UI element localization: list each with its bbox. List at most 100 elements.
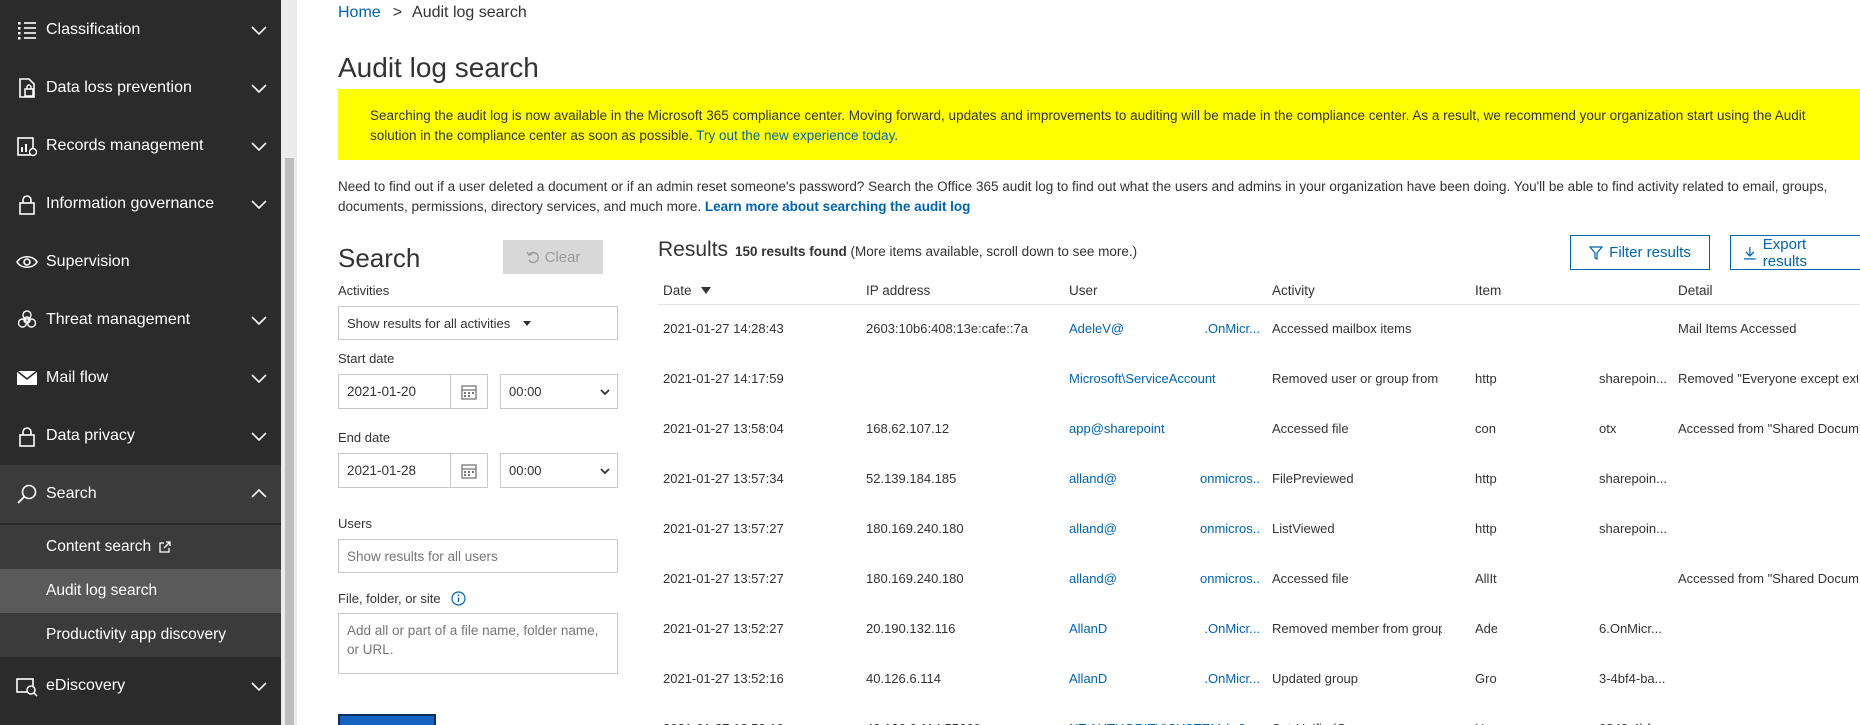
external-link-icon	[159, 541, 171, 553]
cell-ip: 52.139.184.185	[866, 471, 957, 486]
cell-item-a: con	[1475, 421, 1496, 436]
nav-label: Search	[46, 485, 97, 502]
start-date-value: 2021-01-20	[347, 384, 417, 399]
cell-user-a[interactable]: app@sharepoint	[1069, 421, 1257, 436]
sidebar-scrollbar-thumb[interactable]	[285, 158, 294, 725]
start-date-input[interactable]: 2021-01-20	[338, 374, 451, 409]
chevron-down-icon	[251, 142, 267, 152]
clear-button[interactable]: Clear	[503, 240, 603, 274]
nav-subitem-content-search[interactable]: Content search	[0, 525, 281, 569]
filter-icon	[1589, 245, 1604, 260]
cell-activity: Set-UnifiedGroup	[1272, 721, 1442, 725]
column-header-activity[interactable]: Activity	[1272, 283, 1315, 298]
end-date-input[interactable]: 2021-01-28	[338, 453, 451, 488]
cell-ip: 2603:10b6:408:13e:cafe::7a	[866, 321, 1028, 336]
nav-item-classification[interactable]: Classification	[0, 1, 281, 59]
intro-body: Need to find out if a user deleted a doc…	[338, 179, 1828, 214]
activities-dropdown[interactable]: Show results for all activities	[338, 306, 618, 340]
column-header-ip-address[interactable]: IP address	[866, 283, 930, 298]
nav-label: Information governance	[46, 195, 215, 212]
cell-user-a[interactable]: Microsoft\ServiceAccount	[1069, 371, 1257, 386]
chevron-down-icon	[251, 316, 267, 326]
cell-item-a: http	[1475, 471, 1497, 486]
cell-date: 2021-01-27 13:52:27	[663, 621, 784, 636]
breadcrumb-home-link[interactable]: Home	[338, 4, 381, 21]
cell-item-b: sharepoin...	[1599, 471, 1667, 486]
cell-item-b: sharepoin...	[1599, 521, 1667, 536]
cell-ip: 180.169.240.180	[866, 521, 964, 536]
nav-item-data-privacy[interactable]: Data privacy	[0, 407, 281, 465]
nav-label: Threat management	[46, 311, 191, 328]
caret-down-icon	[523, 321, 532, 326]
cell-item-b: otx	[1599, 421, 1617, 436]
search-panel-title: Search	[338, 243, 421, 273]
nav-item-records-management[interactable]: Records management	[0, 117, 281, 175]
cell-user-b[interactable]: .OnMicr...	[1200, 621, 1260, 636]
cell-date: 2021-01-27 14:28:43	[663, 321, 784, 336]
cell-user-b[interactable]: onmicros...	[1200, 521, 1260, 536]
eye-icon	[15, 250, 39, 274]
column-header-user[interactable]: User	[1069, 283, 1098, 298]
cell-ip: 168.62.107.12	[866, 421, 950, 436]
nav-subitem-productivity-app-discovery[interactable]: Productivity app discovery	[0, 613, 281, 657]
cell-user-b[interactable]: .OnMicr...	[1200, 321, 1260, 336]
cell-user-b[interactable]: onmicros...	[1200, 471, 1260, 486]
cell-item-a: Hov	[1475, 721, 1497, 725]
page-title: Audit log search	[338, 52, 539, 83]
chevron-down-icon	[251, 26, 267, 36]
filter-results-label: Filter results	[1609, 244, 1691, 261]
left-navigation: Classification Data loss prevention Reco…	[0, 0, 281, 725]
nav-item-data-loss-prevention[interactable]: Data loss prevention	[0, 59, 281, 117]
end-time-select[interactable]: 00:00	[500, 453, 618, 488]
nav-item-information-governance[interactable]: Information governance	[0, 175, 281, 233]
nav-item-ediscovery[interactable]: eDiscovery	[0, 657, 281, 715]
column-header-date[interactable]: Date	[663, 283, 712, 298]
nav-subitem-audit-log-search[interactable]: Audit log search	[0, 569, 281, 613]
breadcrumb: Home > Audit log search	[338, 4, 527, 22]
nav-label: Classification	[46, 21, 141, 38]
cell-item-a: http	[1475, 521, 1497, 536]
cell-user-b[interactable]: onmicros...	[1200, 571, 1260, 586]
header-divider	[658, 304, 1860, 305]
learn-more-link[interactable]: Learn more about searching the audit log	[705, 199, 971, 214]
users-input[interactable]: Show results for all users	[338, 539, 618, 573]
banner-link[interactable]: Try out the new experience today	[696, 128, 894, 143]
activities-value: Show results for all activities	[347, 315, 511, 331]
file-folder-site-input[interactable]: Add all or part of a file name, folder n…	[338, 613, 618, 674]
export-results-label: Export results	[1762, 235, 1807, 270]
end-date-calendar-button[interactable]	[450, 453, 488, 488]
filter-results-button[interactable]: Filter results	[1570, 235, 1710, 270]
cell-detail: Accessed from "Shared Docum...	[1678, 571, 1858, 586]
nav-item-search[interactable]: Search	[0, 465, 281, 523]
nav-item-supervision[interactable]: Supervision	[0, 233, 281, 291]
calendar-icon	[461, 384, 477, 400]
cell-item-b: 3-4bf4-ba...	[1599, 671, 1666, 686]
list-icon	[15, 18, 39, 42]
nav-item-threat-management[interactable]: Threat management	[0, 291, 281, 349]
cell-ip: 180.169.240.180	[866, 571, 964, 586]
cell-activity: Removed user or group from S...	[1272, 371, 1442, 386]
users-label: Users	[338, 516, 372, 531]
search-submit-button[interactable]	[338, 714, 436, 725]
records-icon	[15, 134, 39, 158]
cell-user-a[interactable]: NT AUTHORITY\SYSTEM (w3wp)	[1069, 721, 1257, 725]
banner-trailing: .	[894, 128, 899, 143]
cell-user-b[interactable]: .OnMicr...	[1200, 671, 1260, 686]
undo-icon	[525, 251, 539, 264]
cell-activity: Removed member from group	[1272, 621, 1442, 636]
start-time-select[interactable]: 00:00	[500, 374, 618, 409]
column-header-item[interactable]: Item	[1475, 283, 1501, 298]
info-icon[interactable]	[451, 591, 466, 606]
column-header-detail[interactable]: Detail	[1678, 283, 1713, 298]
nav-item-mail-flow[interactable]: Mail flow	[0, 349, 281, 407]
nav-label: Data privacy	[46, 427, 135, 444]
nav-sublabel: Audit log search	[46, 582, 158, 599]
export-results-button[interactable]: Export results	[1730, 235, 1860, 270]
start-date-calendar-button[interactable]	[450, 374, 488, 409]
chevron-down-icon	[251, 84, 267, 94]
cell-date: 2021-01-27 14:17:59	[663, 371, 784, 386]
chevron-down-icon	[600, 467, 610, 474]
cell-detail: Removed "Everyone except ext...	[1678, 371, 1858, 386]
cell-date: 2021-01-27 13:58:04	[663, 421, 784, 436]
end-date-label: End date	[338, 430, 391, 445]
